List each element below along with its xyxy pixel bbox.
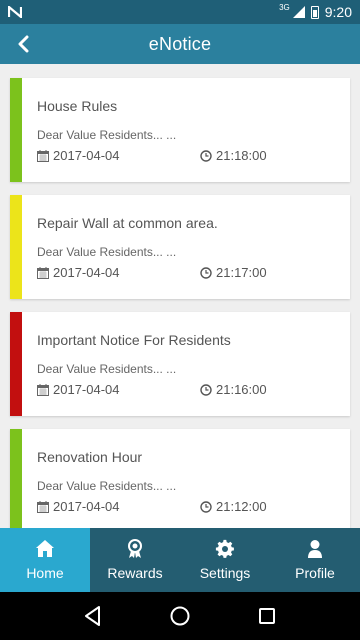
chevron-left-icon	[18, 35, 29, 53]
notice-date: 2017-04-04	[53, 265, 120, 280]
notice-date: 2017-04-04	[53, 499, 120, 514]
notice-card[interactable]: Repair Wall at common area. Dear Value R…	[10, 195, 350, 299]
signal-icon	[292, 6, 305, 18]
notice-snippet: Dear Value Residents... ...	[37, 128, 177, 142]
notice-card[interactable]: House Rules Dear Value Residents... ... …	[10, 78, 350, 182]
notice-color-stripe	[10, 78, 22, 182]
notice-time: 21:16:00	[216, 382, 267, 397]
notice-snippet: Dear Value Residents... ...	[37, 479, 177, 493]
app-bar: eNotice	[0, 24, 360, 64]
bottom-nav: Home Rewards Settings Profile	[0, 528, 360, 592]
nav-settings[interactable]: Settings	[180, 528, 270, 592]
user-icon	[308, 540, 322, 558]
notice-time: 21:12:00	[216, 499, 267, 514]
nav-settings-label: Settings	[199, 565, 251, 581]
notice-snippet: Dear Value Residents... ...	[37, 245, 177, 259]
back-button[interactable]	[8, 29, 38, 59]
notice-color-stripe	[10, 312, 22, 416]
notice-snippet: Dear Value Residents... ...	[37, 362, 177, 376]
calendar-icon	[37, 500, 49, 513]
notice-time: 21:17:00	[216, 265, 267, 280]
calendar-icon	[37, 266, 49, 279]
page-title: eNotice	[148, 33, 212, 54]
home-circle-icon[interactable]	[168, 604, 192, 628]
status-time: 9:20	[324, 4, 352, 20]
clock-icon	[200, 383, 212, 396]
calendar-icon	[37, 149, 49, 162]
recents-square-icon[interactable]	[255, 604, 279, 628]
nav-rewards-label: Rewards	[107, 565, 163, 581]
notice-title: Repair Wall at common area.	[37, 215, 218, 231]
home-icon	[36, 540, 54, 557]
clock-icon	[200, 500, 212, 513]
battery-icon	[310, 5, 319, 19]
nav-rewards[interactable]: Rewards	[90, 528, 180, 592]
notice-time: 21:18:00	[216, 148, 267, 163]
nav-home-label: Home	[26, 565, 64, 581]
notice-color-stripe	[10, 429, 22, 528]
notice-color-stripe	[10, 195, 22, 299]
system-nav-bar	[0, 592, 360, 640]
notice-date: 2017-04-04	[53, 382, 120, 397]
award-icon	[128, 539, 142, 558]
back-triangle-icon[interactable]	[81, 604, 105, 628]
notice-title: Renovation Hour	[37, 449, 143, 465]
notice-card[interactable]: Important Notice For Residents Dear Valu…	[10, 312, 350, 416]
nav-home[interactable]: Home	[0, 528, 90, 592]
nav-profile[interactable]: Profile	[270, 528, 360, 592]
notice-list: House Rules Dear Value Residents... ... …	[0, 64, 360, 528]
notice-title: House Rules	[37, 98, 118, 114]
clock-icon	[200, 149, 212, 162]
n-notification-icon	[8, 6, 22, 18]
notice-date: 2017-04-04	[53, 148, 120, 163]
notice-card[interactable]: Renovation Hour Dear Value Residents... …	[10, 429, 350, 528]
gear-icon	[215, 539, 234, 558]
notice-title: Important Notice For Residents	[37, 332, 231, 348]
status-bar: 3G 9:20	[0, 0, 360, 24]
nav-profile-label: Profile	[295, 565, 335, 581]
network-type: 3G	[279, 2, 290, 12]
calendar-icon	[37, 383, 49, 396]
clock-icon	[200, 266, 212, 279]
